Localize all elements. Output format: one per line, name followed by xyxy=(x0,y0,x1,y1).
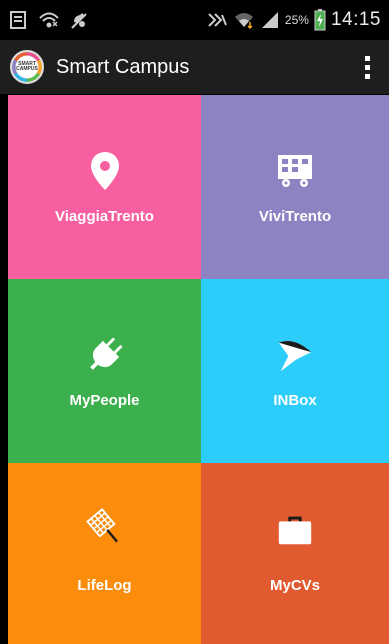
tile-label: INBox xyxy=(273,392,317,409)
battery-charging-icon xyxy=(314,9,326,31)
cell-signal-icon xyxy=(260,10,280,30)
sim-icon xyxy=(8,10,28,30)
status-time: 14:15 xyxy=(330,9,381,30)
logo-text: SMART CAMPUS xyxy=(16,61,38,72)
bus-icon xyxy=(275,151,315,191)
net-icon xyxy=(85,508,125,549)
tile-viaggiatrento[interactable]: ViaggiaTrento xyxy=(8,95,201,279)
tile-label: LifeLog xyxy=(77,577,132,594)
status-left-icons xyxy=(8,10,90,30)
status-bar: 25% 14:15 xyxy=(0,0,389,40)
tile-label: MyPeople xyxy=(69,392,140,409)
location-pin-icon xyxy=(85,151,125,191)
tile-label: ViaggiaTrento xyxy=(55,208,154,225)
wifi-icon xyxy=(38,10,60,30)
status-right-icons: 25% 14:15 xyxy=(206,9,381,31)
app-title: Smart Campus xyxy=(56,55,190,78)
plug-icon xyxy=(85,335,125,375)
tile-label: ViviTrento xyxy=(258,208,332,225)
overflow-menu-icon xyxy=(364,55,370,61)
mute-icon xyxy=(70,10,90,30)
overflow-menu-button[interactable] xyxy=(355,50,379,84)
app-grid: ViaggiaTrento ViviTrento MyPeople INBox … xyxy=(8,95,389,644)
wifi-signal-icon xyxy=(233,10,255,30)
briefcase-icon xyxy=(275,509,315,549)
battery-percent: 25% xyxy=(284,13,309,27)
app-bar: SMART CAMPUS Smart Campus xyxy=(0,40,389,94)
tile-mypeople[interactable]: MyPeople xyxy=(8,279,201,463)
tile-vivitrento[interactable]: ViviTrento xyxy=(201,95,389,279)
app-logo[interactable]: SMART CAMPUS xyxy=(10,50,44,84)
tile-inbox[interactable]: INBox xyxy=(201,279,389,463)
funnel-icon xyxy=(275,335,315,375)
nfc-icon xyxy=(206,11,228,29)
tile-mycvs[interactable]: MyCVs xyxy=(201,463,389,644)
tile-label: MyCVs xyxy=(269,577,321,594)
tile-lifelog[interactable]: LifeLog xyxy=(8,463,201,644)
